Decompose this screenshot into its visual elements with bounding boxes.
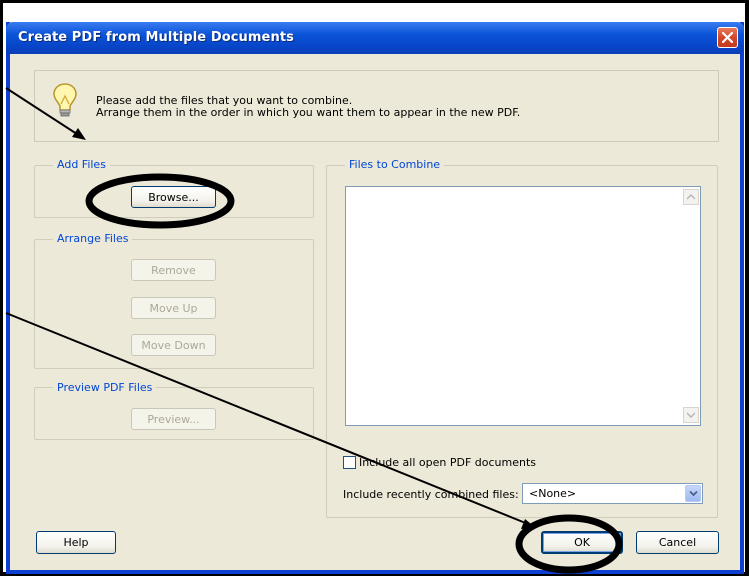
annotation-circle-ok (515, 514, 623, 574)
annotation-overlay (5, 87, 623, 574)
annotation-arrowhead-browse (72, 128, 86, 140)
annotation-arrow-browse (5, 87, 81, 137)
annotation-arrow-ok (5, 312, 529, 525)
annotation-circle-browse (85, 173, 235, 229)
